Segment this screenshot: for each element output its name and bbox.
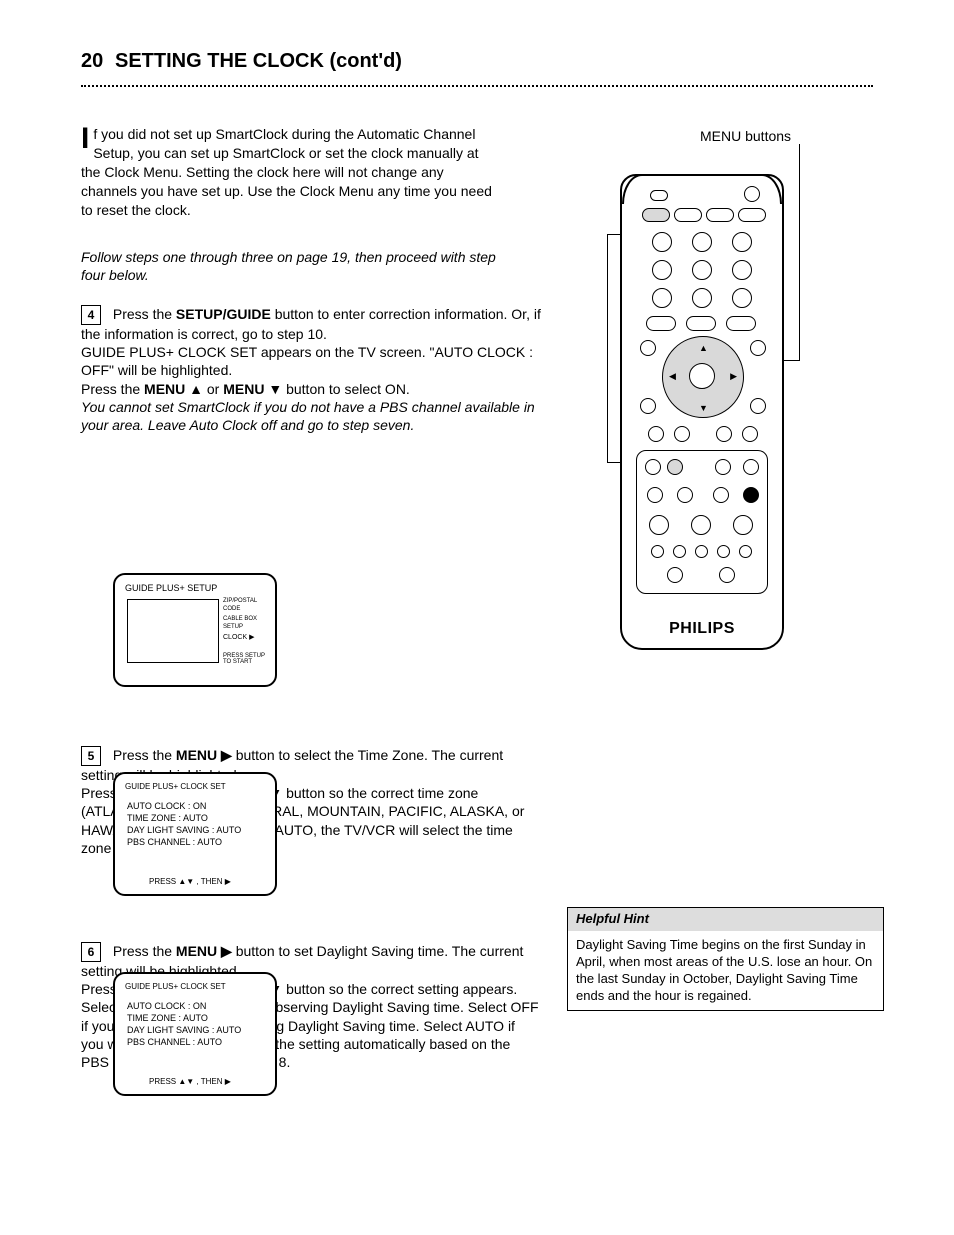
tv-screen-3: GUIDE PLUS+ CLOCK SET AUTO CLOCK : ON TI… [113, 972, 277, 1096]
leader-menu [799, 144, 800, 360]
menu-nav-pad: ▲ ▼ ◀ ▶ [662, 336, 744, 418]
brand-logo: PHILIPS [622, 620, 782, 638]
manual-page: 20 SETTING THE CLOCK (cont'd) I f you di… [0, 0, 954, 1235]
helpful-hint: Helpful Hint Daylight Saving Time begins… [567, 907, 884, 1011]
intro-text: f you did not set up SmartClock during t… [81, 126, 492, 218]
setup-guide-button [667, 459, 683, 475]
hint-title: Helpful Hint [568, 908, 883, 931]
power-icon [744, 186, 760, 202]
tv-screen-1: GUIDE PLUS+ SETUP ZIP/POSTAL CODE CABLE … [113, 573, 277, 687]
tv-screen-2: GUIDE PLUS+ CLOCK SET AUTO CLOCK : ON TI… [113, 772, 277, 896]
page-title: SETTING THE CLOCK (cont'd) [115, 50, 402, 73]
follow-note: Follow steps one through three on page 1… [81, 248, 501, 284]
step-number: 6 [81, 942, 101, 962]
step-4: 4 Press the SETUP/GUIDE button to enter … [81, 305, 541, 434]
intro-paragraph: I f you did not set up SmartClock during… [81, 125, 501, 219]
label-menu-buttons: MENU buttons [700, 128, 791, 144]
step-number: 4 [81, 305, 101, 325]
leader-setup-v [607, 234, 608, 462]
page-number: 20 [81, 50, 103, 73]
hint-body: Daylight Saving Time begins on the first… [568, 931, 883, 1011]
btn-oval-r1c1 [642, 208, 670, 222]
rule [81, 85, 873, 87]
step-number: 5 [81, 746, 101, 766]
remote-control: ▲ ▼ ◀ ▶ [620, 174, 784, 650]
dropcap: I [81, 125, 89, 152]
